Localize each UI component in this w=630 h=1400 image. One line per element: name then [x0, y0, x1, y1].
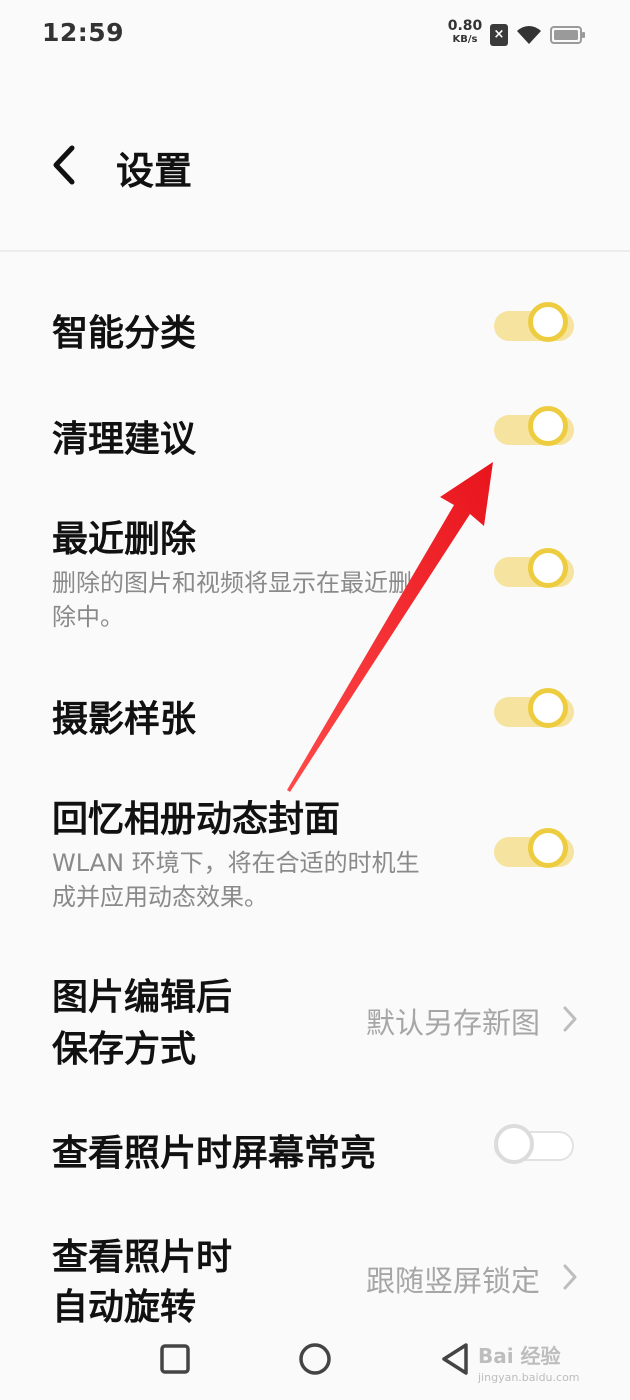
circle-icon[interactable]: [293, 1337, 337, 1381]
status-time: 12:59: [42, 18, 125, 47]
watermark: Bai 经验 jingyan.baidu.com: [478, 1340, 598, 1384]
setting-title: 查看照片时屏幕常亮: [52, 1133, 377, 1174]
setting-title: 清理建议: [52, 419, 197, 460]
status-bar: 12:59 0.80 KB/s ×: [0, 0, 630, 70]
setting-row-memory-album-cover[interactable]: 回忆相册动态封面 WLAN 环境下，将在合适的时机生成并应用动态效果。: [0, 790, 630, 920]
triangle-back-icon[interactable]: [434, 1337, 478, 1381]
watermark-text: Bai 经验: [478, 1344, 561, 1368]
setting-title-line2: 自动旋转: [52, 1287, 197, 1328]
battery-icon: [550, 26, 585, 44]
watermark-url: jingyan.baidu.com: [478, 1371, 580, 1384]
setting-title: 回忆相册动态封面: [52, 799, 341, 840]
chevron-right-icon: [563, 1264, 577, 1290]
setting-description: WLAN 环境下，将在合适的时机生成并应用动态效果。: [52, 849, 420, 911]
header: 设置: [0, 100, 630, 252]
chevron-right-icon: [563, 1006, 577, 1032]
screen-always-on-toggle[interactable]: [494, 1120, 578, 1172]
sim-off-icon: ×: [490, 24, 508, 46]
network-speed-unit: KB/s: [452, 34, 478, 45]
setting-row-photography-samples[interactable]: 摄影样张: [0, 676, 630, 756]
setting-title: 最近删除: [52, 519, 197, 560]
setting-description: 删除的图片和视频将显示在最近删除中。: [52, 569, 412, 631]
recently-deleted-toggle[interactable]: [494, 546, 578, 598]
setting-title: 摄影样张: [52, 699, 197, 740]
cleanup-suggestions-toggle[interactable]: [494, 404, 578, 456]
setting-title-line2: 保存方式: [52, 1029, 197, 1070]
photography-samples-toggle[interactable]: [494, 686, 578, 738]
network-speed: 0.80 KB/s: [446, 18, 484, 46]
chevron-left-icon[interactable]: [44, 140, 84, 190]
smart-classification-toggle[interactable]: [494, 300, 578, 352]
setting-value: 跟随竖屏锁定: [365, 1264, 540, 1298]
setting-row-cleanup-suggestions[interactable]: 清理建议: [0, 396, 630, 476]
setting-title: 智能分类: [52, 313, 197, 354]
square-icon[interactable]: [153, 1337, 197, 1381]
setting-row-save-after-edit[interactable]: 图片编辑后 保存方式 默认另存新图: [0, 968, 630, 1078]
network-speed-value: 0.80: [447, 18, 483, 34]
memory-album-cover-toggle[interactable]: [494, 826, 578, 878]
page-title: 设置: [116, 149, 193, 193]
wifi-icon: [517, 26, 541, 44]
setting-row-screen-always-on[interactable]: 查看照片时屏幕常亮: [0, 1110, 630, 1190]
setting-row-smart-classification[interactable]: 智能分类: [0, 290, 630, 370]
setting-row-recently-deleted[interactable]: 最近删除 删除的图片和视频将显示在最近删除中。: [0, 510, 630, 640]
setting-value: 默认另存新图: [365, 1006, 540, 1040]
setting-row-auto-rotate[interactable]: 查看照片时 自动旋转 跟随竖屏锁定: [0, 1228, 630, 1338]
setting-title-line1: 查看照片时: [52, 1237, 233, 1278]
setting-title-line1: 图片编辑后: [52, 977, 233, 1018]
